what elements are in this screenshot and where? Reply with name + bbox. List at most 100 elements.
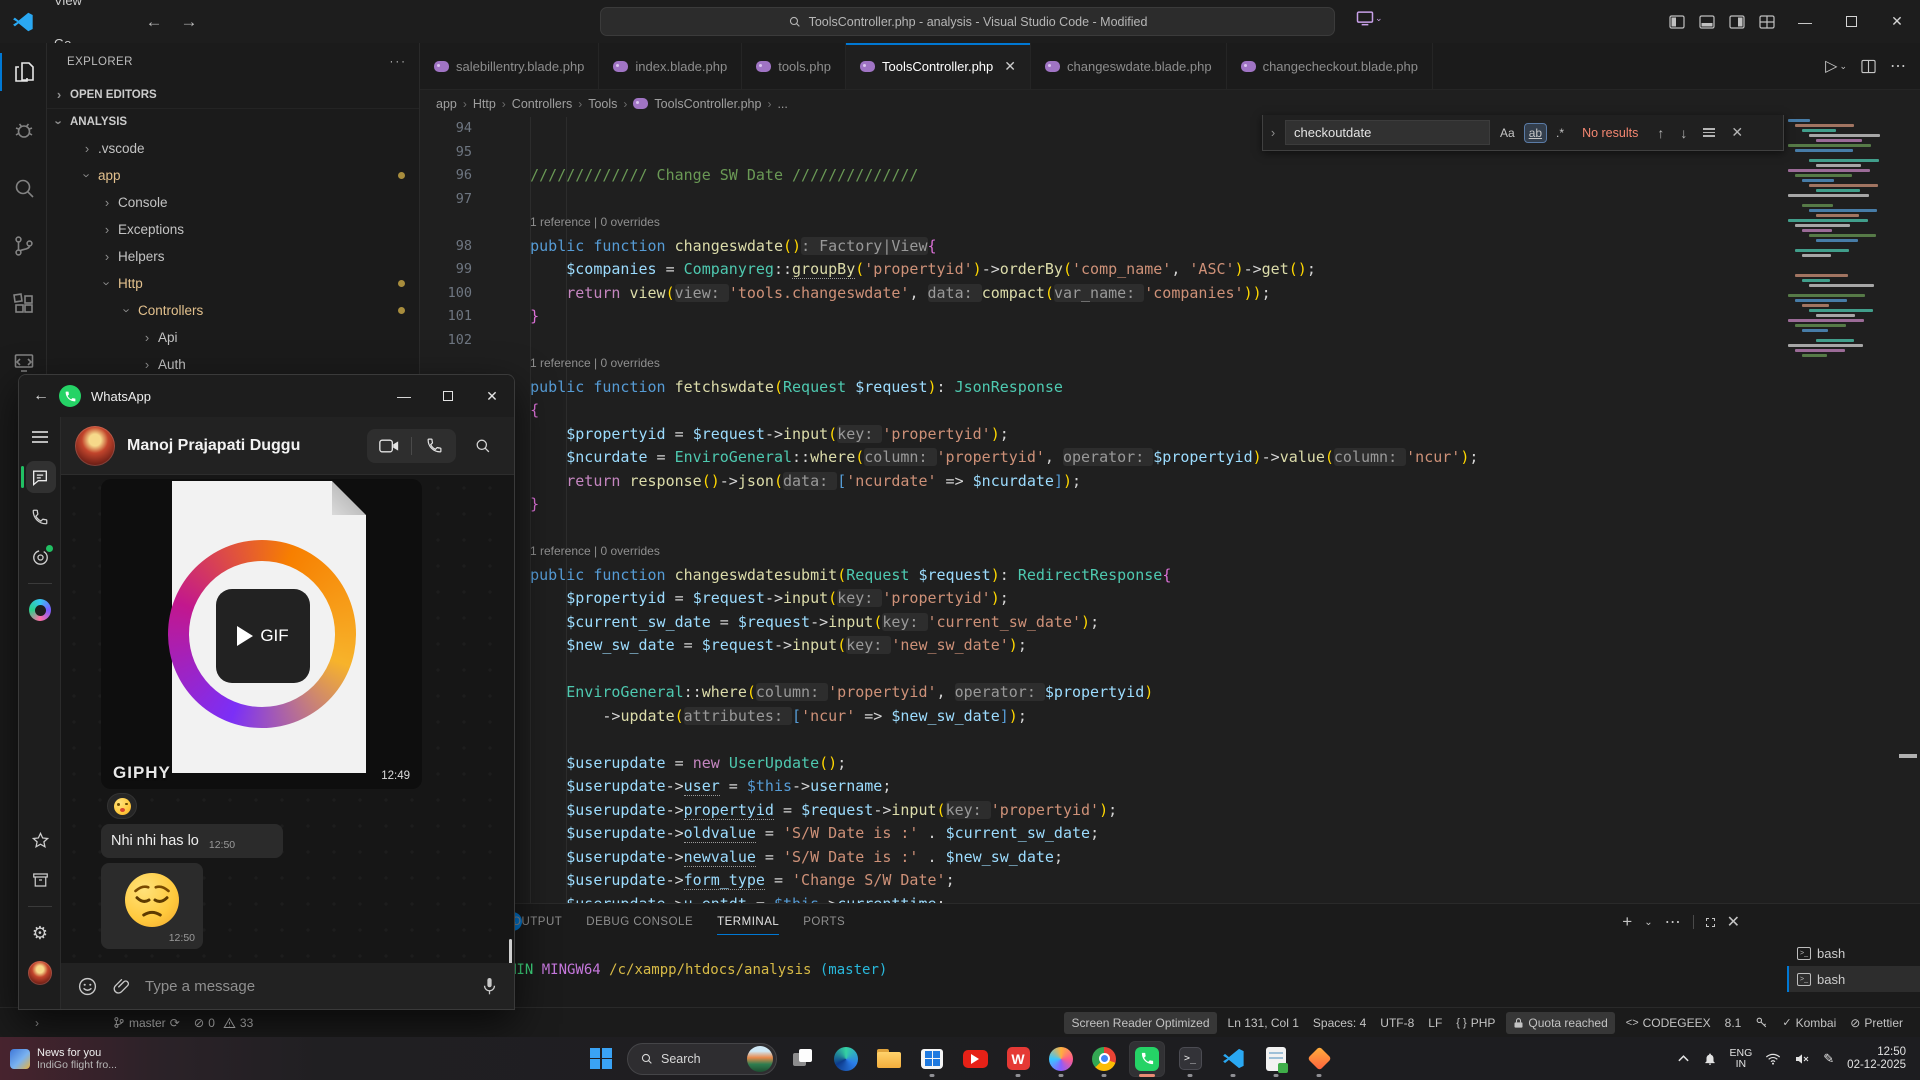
minimize-button[interactable]: —: [1782, 0, 1828, 43]
toggle-sidebar-icon[interactable]: [1662, 7, 1692, 37]
tree-item-vscode[interactable]: ›.vscode: [47, 135, 419, 162]
status-screen-reader-optimized[interactable]: Screen Reader Optimized: [1064, 1012, 1216, 1034]
wifi-icon[interactable]: [1765, 1053, 1781, 1065]
breadcrumb-item[interactable]: app: [436, 97, 457, 111]
emoji-picker-icon[interactable]: [77, 976, 98, 997]
status-key-icon[interactable]: [1748, 1012, 1775, 1034]
close-panel-icon[interactable]: ✕: [1727, 912, 1740, 932]
copilot-app[interactable]: [1044, 1042, 1078, 1076]
tab-tools-php[interactable]: tools.php: [742, 43, 846, 89]
codelens-reference[interactable]: 1 reference | 0 overrides: [530, 540, 660, 564]
microsoft-store-app[interactable]: [915, 1042, 949, 1076]
pen-icon[interactable]: ✎: [1823, 1051, 1834, 1067]
find-collapse-icon[interactable]: ›: [1267, 125, 1279, 140]
customize-layout-icon[interactable]: [1752, 7, 1782, 37]
wa-settings-icon[interactable]: ⚙: [19, 913, 61, 953]
chat-avatar[interactable]: [75, 426, 115, 466]
whole-word-toggle[interactable]: ab: [1525, 124, 1546, 142]
terminal-app[interactable]: >_: [1173, 1042, 1207, 1076]
wa-profile-avatar[interactable]: [19, 953, 61, 993]
back-arrow-icon[interactable]: ←: [145, 12, 162, 32]
wa-close-button[interactable]: ✕: [470, 375, 514, 417]
tree-item-helpers[interactable]: ›Helpers: [47, 243, 419, 270]
breadcrumb[interactable]: app›Http›Controllers›Tools›ToolsControll…: [420, 90, 1920, 117]
attach-icon[interactable]: [112, 977, 131, 996]
status-spaces-4[interactable]: Spaces: 4: [1306, 1012, 1373, 1034]
youtube-app[interactable]: [958, 1042, 992, 1076]
status-codegeex[interactable]: <>CODEGEEX: [1619, 1012, 1718, 1034]
new-terminal-icon[interactable]: +: [1622, 912, 1632, 932]
panel-tab-terminal[interactable]: TERMINAL: [707, 904, 789, 940]
activity-search[interactable]: [0, 159, 47, 217]
breadcrumb-item[interactable]: Tools: [588, 97, 617, 111]
wa-maximize-button[interactable]: [426, 375, 470, 417]
command-center-search[interactable]: ToolsController.php - analysis - Visual …: [600, 7, 1335, 36]
volume-mute-icon[interactable]: [1794, 1052, 1810, 1066]
file-explorer-app[interactable]: [872, 1042, 906, 1076]
tree-item-console[interactable]: ›Console: [47, 189, 419, 216]
status-php[interactable]: { }PHP: [1449, 1012, 1502, 1034]
remote-indicator-icon[interactable]: ›: [28, 1012, 46, 1034]
wa-menu-icon[interactable]: [19, 417, 61, 457]
explorer-more-icon[interactable]: ···: [390, 56, 408, 68]
close-button[interactable]: ✕: [1874, 0, 1920, 43]
find-previous-icon[interactable]: ↑: [1652, 125, 1669, 141]
wa-archived-tab[interactable]: [19, 860, 61, 900]
status-ln-131-col-1[interactable]: Ln 131, Col 1: [1221, 1012, 1306, 1034]
status-lf[interactable]: LF: [1421, 1012, 1449, 1034]
tree-item-http[interactable]: ›Http: [47, 270, 419, 297]
breadcrumb-item[interactable]: ...: [777, 97, 787, 111]
menu-view[interactable]: View: [44, 0, 117, 22]
kiss-emoji-reaction[interactable]: [107, 793, 137, 819]
video-call-icon[interactable]: [367, 429, 411, 463]
start-button[interactable]: [584, 1042, 618, 1076]
chat-header[interactable]: Manoj Prajapati Duggu: [61, 417, 514, 475]
activity-run-and-debug[interactable]: [0, 101, 47, 159]
gif-play-button[interactable]: GIF: [216, 589, 310, 683]
tab-salebillentry-blade-php[interactable]: salebillentry.blade.php: [420, 43, 599, 89]
voice-call-icon[interactable]: [412, 429, 456, 463]
wa-meta-ai-tab[interactable]: [19, 590, 61, 630]
tab-changeswdate-blade-php[interactable]: changeswdate.blade.php: [1031, 43, 1227, 89]
w-app[interactable]: W: [1001, 1042, 1035, 1076]
git-branch-item[interactable]: master ⟳: [106, 1012, 187, 1034]
toggle-secondary-sidebar-icon[interactable]: [1722, 7, 1752, 37]
vscode-app[interactable]: [1216, 1042, 1250, 1076]
terminal-entry-bash[interactable]: >_bash: [1787, 940, 1920, 966]
wa-minimize-button[interactable]: —: [382, 375, 426, 417]
panel-tab-debug-console[interactable]: DEBUG CONSOLE: [576, 904, 703, 940]
split-editor-icon[interactable]: [1861, 59, 1876, 74]
tree-item-app[interactable]: ›app: [47, 162, 419, 189]
wa-chats-tab[interactable]: [19, 457, 61, 497]
find-close-icon[interactable]: ✕: [1726, 124, 1748, 141]
code-editor[interactable]: 949596 ///////////// Change SW Date ////…: [420, 117, 1920, 903]
tab-ToolsController-php[interactable]: ToolsController.php✕: [846, 43, 1031, 89]
news-widget[interactable]: News for you IndiGo flight fro...: [0, 1047, 200, 1071]
find-input[interactable]: checkoutdate: [1285, 120, 1490, 145]
notepad-app[interactable]: [1259, 1042, 1293, 1076]
forward-arrow-icon[interactable]: →: [180, 12, 197, 32]
panel-more-icon[interactable]: ⋯: [1665, 912, 1681, 932]
breadcrumb-item[interactable]: Http: [473, 97, 496, 111]
editor-more-icon[interactable]: ⋯: [1890, 56, 1906, 76]
breadcrumb-item[interactable]: Controllers: [512, 97, 572, 111]
tray-chevron-up-icon[interactable]: [1677, 1054, 1690, 1063]
wa-back-icon[interactable]: ←: [33, 387, 49, 405]
restore-button[interactable]: [1828, 0, 1874, 43]
task-view-button[interactable]: [786, 1042, 820, 1076]
status-kombai[interactable]: ✓Kombai: [1775, 1012, 1843, 1034]
breadcrumb-item[interactable]: ToolsController.php: [654, 97, 761, 111]
emoji-message[interactable]: 12:50: [101, 863, 203, 949]
cast-icon[interactable]: ⌄: [1355, 8, 1383, 28]
gif-message[interactable]: GIF GIPHY 12:49: [101, 479, 422, 789]
status-prettier[interactable]: ⊘Prettier: [1843, 1012, 1910, 1034]
tab-changecheckout-blade-php[interactable]: changecheckout.blade.php: [1227, 43, 1433, 89]
tree-item-controllers[interactable]: ›Controllers: [47, 297, 419, 324]
workspace-section[interactable]: ›ANALYSIS: [47, 108, 419, 135]
activity-extensions[interactable]: [0, 275, 47, 333]
chat-search-icon[interactable]: [462, 429, 502, 463]
tree-item-api[interactable]: ›Api: [47, 324, 419, 351]
maximize-panel-icon[interactable]: [1706, 918, 1715, 927]
kombai-app[interactable]: [1302, 1042, 1336, 1076]
status-8-1[interactable]: 8.1: [1718, 1012, 1749, 1034]
